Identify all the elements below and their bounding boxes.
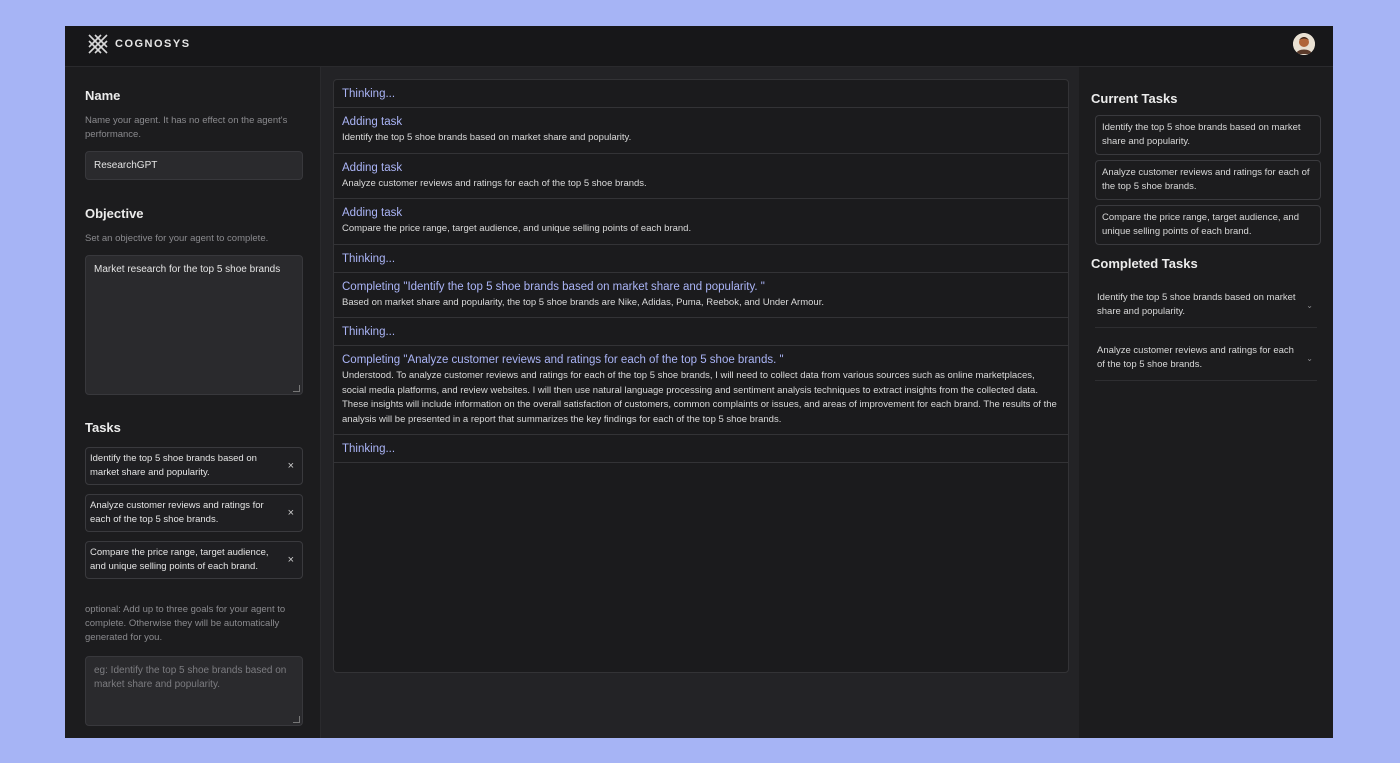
brand-logo[interactable]: COGNOSYS — [87, 33, 191, 55]
completed-task-text: Identify the top 5 shoe brands based on … — [1097, 292, 1296, 317]
log-entry-title: Completing "Identify the top 5 shoe bran… — [342, 280, 765, 293]
log-entry-title: Adding task — [342, 207, 403, 219]
cognosys-logo-icon — [88, 34, 108, 54]
chevron-down-icon[interactable]: ⌄ — [1306, 352, 1313, 366]
log-entry-title: Adding task — [342, 116, 403, 128]
main-content: Thinking... Adding task Identify the top… — [321, 67, 1079, 738]
objective-help-text: Set an objective for your agent to compl… — [85, 233, 269, 244]
log-entry: Thinking... — [334, 318, 1068, 346]
current-task-card: Analyze customer reviews and ratings for… — [1095, 160, 1321, 200]
task-chip-text: Analyze customer reviews and ratings for… — [90, 500, 264, 525]
task-chip: Analyze customer reviews and ratings for… — [85, 494, 303, 532]
name-section-title: Name — [85, 88, 121, 103]
agent-name-input[interactable]: ResearchGPT — [85, 151, 303, 180]
goal-input[interactable]: eg: Identify the top 5 shoe brands based… — [85, 656, 303, 726]
objective-value: Market research for the top 5 shoe brand… — [94, 264, 281, 275]
log-entry: Thinking... — [334, 245, 1068, 273]
agent-config-panel: Name Name your agent. It has no effect o… — [65, 67, 321, 738]
brand-name: COGNOSYS — [115, 38, 191, 50]
log-entry-title: Thinking... — [342, 252, 396, 265]
log-entry-title: Thinking... — [342, 88, 396, 100]
agent-log[interactable]: Thinking... Adding task Identify the top… — [333, 79, 1069, 673]
log-entry: Thinking... — [334, 80, 1068, 108]
resize-handle[interactable] — [293, 385, 300, 392]
close-icon[interactable]: × — [288, 506, 294, 520]
objective-textarea[interactable]: Market research for the top 5 shoe brand… — [85, 255, 303, 395]
task-chip-text: Identify the top 5 shoe brands based on … — [90, 453, 257, 478]
log-entry: Adding task Compare the price range, tar… — [334, 199, 1068, 245]
close-icon[interactable]: × — [288, 553, 294, 567]
completed-task-item[interactable]: Analyze customer reviews and ratings for… — [1095, 344, 1317, 381]
resize-handle[interactable] — [293, 716, 300, 723]
chevron-down-icon[interactable]: ⌄ — [1306, 299, 1313, 313]
log-entry-title: Completing "Analyze customer reviews and… — [342, 354, 784, 366]
log-entry-title: Thinking... — [342, 326, 396, 338]
close-icon[interactable]: × — [288, 459, 294, 473]
log-entry-body: Based on market share and popularity, th… — [342, 296, 824, 308]
log-entry-body: Analyze customer reviews and ratings for… — [342, 177, 647, 189]
avatar[interactable] — [1293, 33, 1315, 55]
completed-task-text: Analyze customer reviews and ratings for… — [1097, 345, 1294, 370]
top-bar: COGNOSYS — [65, 26, 1333, 67]
log-entry-title: Thinking... — [342, 443, 396, 455]
log-entry-body: Understood. To analyze customer reviews … — [342, 370, 1057, 425]
log-entry: Adding task Identify the top 5 shoe bran… — [334, 108, 1068, 154]
log-entry: Thinking... — [334, 435, 1068, 463]
name-help-text: Name your agent. It has no effect on the… — [85, 115, 288, 140]
user-avatar-icon — [1293, 33, 1315, 55]
current-task-card: Identify the top 5 shoe brands based on … — [1095, 115, 1321, 155]
completed-tasks-title: Completed Tasks — [1091, 256, 1198, 271]
log-entry: Adding task Analyze customer reviews and… — [334, 154, 1068, 199]
task-chip-text: Compare the price range, target audience… — [90, 547, 269, 572]
current-tasks-title: Current Tasks — [1091, 91, 1178, 106]
completed-task-item[interactable]: Identify the top 5 shoe brands based on … — [1095, 291, 1317, 328]
log-entry-body: Identify the top 5 shoe brands based on … — [342, 132, 632, 143]
tasks-section-title: Tasks — [85, 420, 121, 435]
app-window: COGNOSYS Name Name your agent. It has no… — [65, 26, 1333, 738]
log-entry: Completing "Analyze customer reviews and… — [334, 346, 1068, 435]
log-entry-title: Adding task — [342, 161, 403, 174]
optional-goals-help: optional: Add up to three goals for your… — [85, 604, 286, 643]
task-chip: Compare the price range, target audience… — [85, 541, 303, 579]
log-entry-body: Compare the price range, target audience… — [342, 223, 692, 234]
log-entry: Completing "Identify the top 5 shoe bran… — [334, 273, 1068, 318]
tasks-panel: Current Tasks Identify the top 5 shoe br… — [1080, 67, 1333, 738]
goal-placeholder: eg: Identify the top 5 shoe brands based… — [94, 665, 287, 690]
task-chip: Identify the top 5 shoe brands based on … — [85, 447, 303, 485]
objective-section-title: Objective — [85, 206, 144, 221]
current-task-card: Compare the price range, target audience… — [1095, 205, 1321, 245]
